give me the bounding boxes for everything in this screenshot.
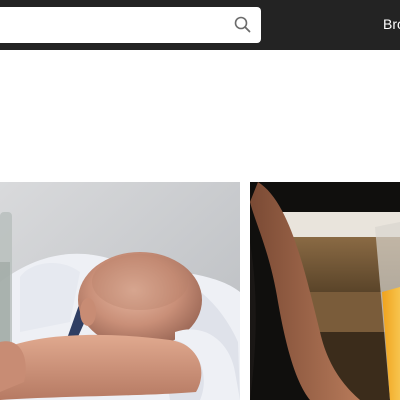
search-icon (234, 16, 251, 33)
gallery-image-2[interactable] (250, 182, 400, 400)
search-button[interactable] (233, 15, 253, 35)
nav-link-browse[interactable]: Bro (383, 16, 400, 32)
search-box (0, 7, 261, 43)
top-navigation-bar: Bro (0, 0, 400, 50)
photo-person-with-drink (250, 182, 400, 400)
photo-man-head-down (0, 182, 240, 400)
search-input[interactable] (0, 7, 220, 43)
gallery-image-1[interactable] (0, 182, 240, 400)
